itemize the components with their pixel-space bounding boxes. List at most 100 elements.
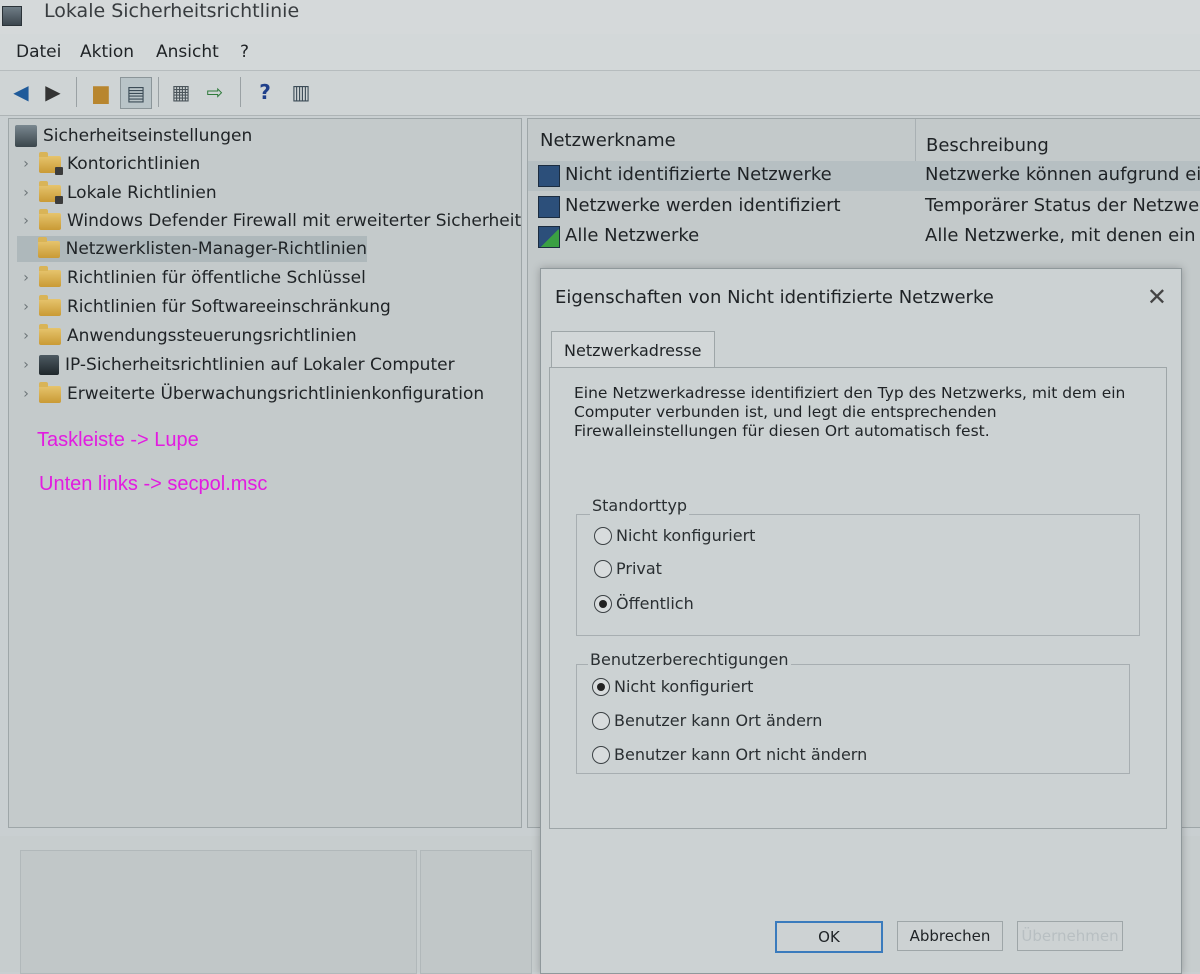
radio-button[interactable] [594, 526, 612, 545]
chevron-right-icon[interactable]: › [17, 299, 35, 315]
tree-item-ueberwachung[interactable]: › Erweiterte Überwachungsrichtlinienkonf… [17, 381, 484, 407]
title-bar: Lokale Sicherheitsrichtlinie [0, 0, 1200, 34]
cancel-button[interactable]: Abbrechen [897, 921, 1003, 951]
folder-icon [38, 236, 60, 258]
radio-button-selected[interactable] [594, 594, 612, 613]
chevron-right-icon[interactable]: › [17, 185, 35, 201]
radio-button-selected[interactable] [592, 677, 610, 696]
radio-location-public[interactable]: Öffentlich [594, 594, 694, 613]
export-list-icon[interactable]: ⇨ [200, 77, 230, 107]
radio-label: Nicht konfiguriert [614, 677, 754, 696]
tree-item-label: Erweiterte Überwachungsrichtlinienkonfig… [67, 384, 485, 404]
back-arrow-icon[interactable]: ◀ [6, 77, 36, 107]
annotation-secpol: Unten links -> secpol.msc [39, 473, 268, 495]
tree-item-lokale-richtlinien[interactable]: › Lokale Richtlinien [17, 180, 217, 206]
security-settings-icon [15, 125, 37, 147]
radio-label: Öffentlich [616, 594, 694, 613]
list-row-description: Temporärer Status der Netzwerke [925, 195, 1200, 216]
folder-icon [39, 151, 63, 175]
list-row[interactable]: Alle Netzwerke Alle Netzwerke, mit denen… [528, 222, 1200, 252]
intro-text: Eine Netzwerkadresse identifiziert den T… [574, 384, 1126, 440]
window-title: Lokale Sicherheitsrichtlinie [44, 0, 300, 22]
list-row-name: Alle Netzwerke [565, 225, 700, 246]
list-row[interactable]: Nicht identifizierte Netzwerke Netzwerke… [528, 161, 1200, 191]
console-view-icon[interactable]: ▥ [286, 77, 316, 107]
list-row-name: Netzwerke werden identifiziert [565, 195, 841, 216]
radio-label: Nicht konfiguriert [616, 526, 756, 545]
tree-root[interactable]: Sicherheitseinstellungen [15, 123, 252, 149]
chevron-right-icon[interactable]: › [17, 213, 35, 229]
radio-button[interactable] [592, 711, 610, 730]
network-icon [538, 165, 560, 187]
tree-pane: Sicherheitseinstellungen › Kontorichtlin… [8, 118, 522, 828]
tree-item-firewall[interactable]: › Windows Defender Firewall mit erweiter… [17, 208, 521, 234]
up-folder-icon[interactable]: ▆ [86, 77, 116, 107]
tree-item-netzwerklisten[interactable]: Netzwerklisten-Manager-Richtlinien [17, 236, 367, 262]
properties-icon[interactable]: ▦ [166, 77, 196, 107]
tree-item-label: Anwendungssteuerungsrichtlinien [67, 326, 357, 346]
ip-security-icon [39, 355, 59, 375]
menu-ansicht[interactable]: Ansicht [156, 42, 219, 62]
radio-location-private[interactable]: Privat [594, 559, 662, 578]
annotation-taskleiste: Taskleiste -> Lupe [37, 429, 199, 451]
app-icon [2, 6, 22, 26]
tree-item-anwendungssteuerung[interactable]: › Anwendungssteuerungsrichtlinien [17, 323, 357, 349]
chevron-right-icon[interactable]: › [17, 357, 35, 373]
column-header-name[interactable]: Netzwerkname [540, 119, 676, 161]
apply-button[interactable]: Übernehmen [1017, 921, 1123, 951]
folder-icon [39, 265, 61, 287]
radio-label: Benutzer kann Ort nicht ändern [614, 745, 868, 764]
tree-root-label: Sicherheitseinstellungen [43, 126, 253, 146]
network-identifying-icon [538, 196, 560, 218]
tree-item-ip-sicherheit[interactable]: › IP-Sicherheitsrichtlinien auf Lokaler … [17, 352, 455, 378]
location-group-title: Standorttyp [590, 496, 690, 515]
permission-group-title: Benutzerberechtigungen [588, 650, 791, 669]
radio-label: Privat [616, 559, 662, 578]
forward-arrow-icon[interactable]: ▶ [38, 77, 68, 107]
folder-icon [39, 294, 61, 316]
chevron-right-icon[interactable]: › [17, 270, 35, 286]
chevron-right-icon[interactable]: › [17, 328, 35, 344]
tree-item-kontorichtlinien[interactable]: › Kontorichtlinien [17, 151, 200, 177]
folder-icon [39, 180, 63, 204]
folder-icon [39, 323, 61, 345]
ok-button[interactable]: OK [775, 921, 883, 953]
menu-bar: Datei Aktion Ansicht ? [0, 34, 1200, 71]
tree-item-label: Kontorichtlinien [67, 154, 201, 174]
radio-button[interactable] [592, 745, 610, 764]
list-row-name: Nicht identifizierte Netzwerke [565, 164, 832, 185]
tree-item-oeffentliche-schluessel[interactable]: › Richtlinien für öffentliche Schlüssel [17, 265, 366, 291]
tree-item-label: Netzwerklisten-Manager-Richtlinien [65, 239, 367, 259]
menu-datei[interactable]: Datei [16, 42, 61, 62]
tab-panel: Eine Netzwerkadresse identifiziert den T… [549, 367, 1167, 829]
tree-item-label: Richtlinien für Softwareeinschränkung [67, 297, 391, 317]
properties-dialog: Eigenschaften von Nicht identifizierte N… [540, 268, 1182, 974]
radio-button[interactable] [594, 559, 612, 578]
tab-netzwerkadresse[interactable]: Netzwerkadresse [551, 331, 715, 368]
tree-item-label: Richtlinien für öffentliche Schlüssel [67, 268, 366, 288]
radio-permission-user-can-change[interactable]: Benutzer kann Ort ändern [592, 711, 822, 730]
tree-item-softwareeinschraenkung[interactable]: › Richtlinien für Softwareeinschränkung [17, 294, 391, 320]
all-networks-icon [538, 226, 560, 248]
radio-permission-user-cannot-change[interactable]: Benutzer kann Ort nicht ändern [592, 745, 867, 764]
menu-aktion[interactable]: Aktion [80, 42, 134, 62]
tree-item-label: IP-Sicherheitsrichtlinien auf Lokaler Co… [65, 355, 455, 375]
list-row-description: Netzwerke können aufgrund eine [925, 164, 1200, 185]
tree-item-label: Lokale Richtlinien [67, 183, 217, 203]
show-hide-tree-icon[interactable]: ▤ [120, 77, 152, 109]
close-icon[interactable]: ✕ [1147, 283, 1167, 311]
menu-help[interactable]: ? [240, 42, 249, 62]
help-icon[interactable]: ? [250, 77, 280, 107]
chevron-right-icon[interactable]: › [17, 156, 35, 172]
folder-icon [39, 208, 61, 230]
folder-icon [39, 381, 61, 403]
radio-label: Benutzer kann Ort ändern [614, 711, 823, 730]
radio-location-not-configured[interactable]: Nicht konfiguriert [594, 526, 755, 545]
radio-permission-not-configured[interactable]: Nicht konfiguriert [592, 677, 753, 696]
tree-item-label: Windows Defender Firewall mit erweiterte… [67, 211, 522, 231]
column-header-description[interactable]: Beschreibung [926, 124, 1049, 166]
chevron-right-icon[interactable]: › [17, 386, 35, 402]
toolbar: ◀ ▶ ▆ ▤ ▦ ⇨ ? ▥ [0, 71, 1200, 116]
list-row-description: Alle Netzwerke, mit denen ein Be [925, 225, 1200, 246]
list-row[interactable]: Netzwerke werden identifiziert Temporäre… [528, 192, 1200, 222]
